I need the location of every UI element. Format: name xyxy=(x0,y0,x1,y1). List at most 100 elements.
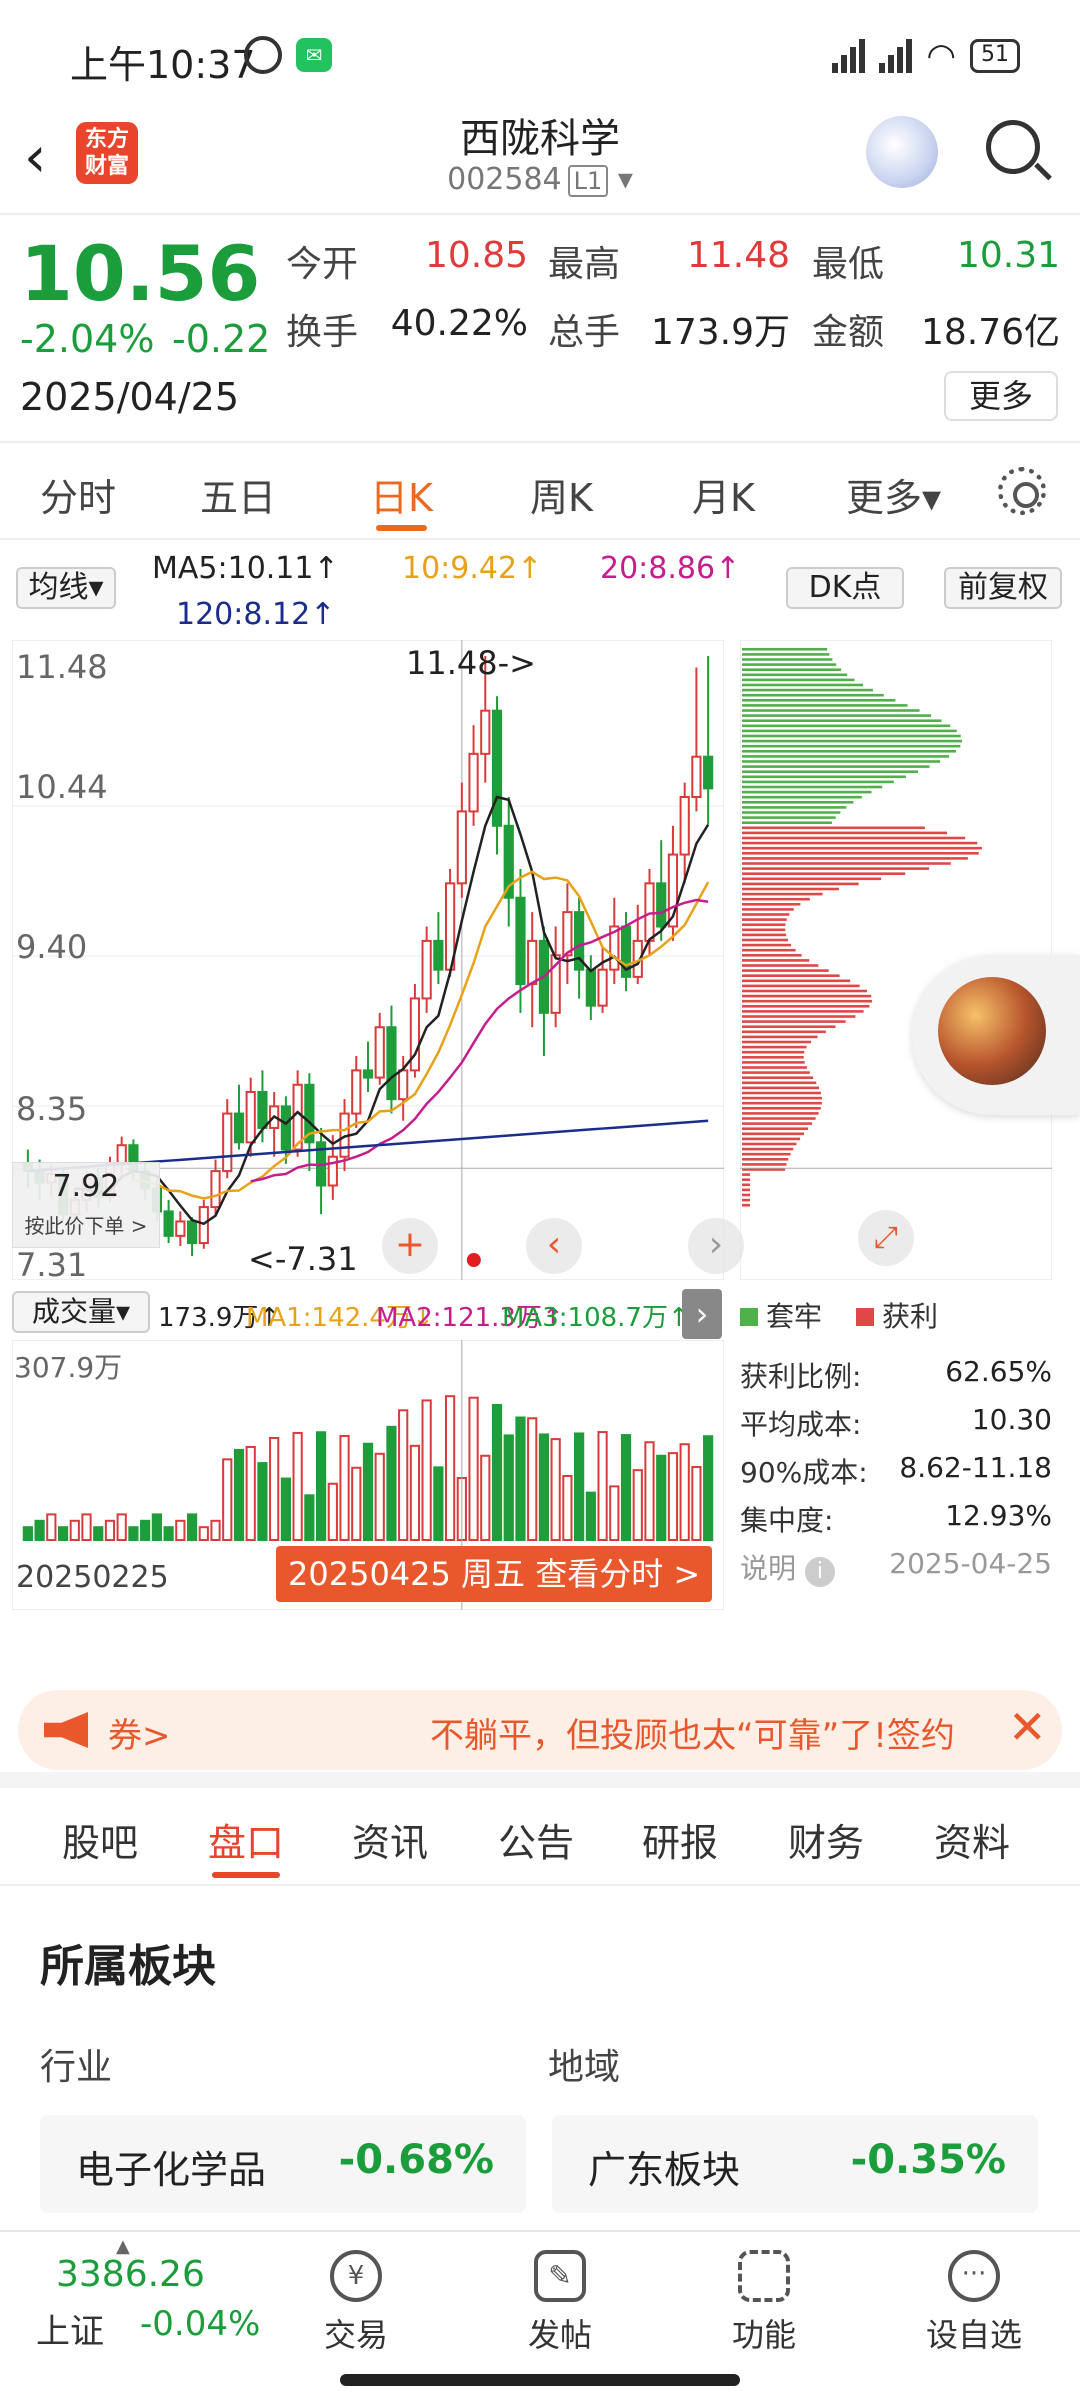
tab-more[interactable]: 更多▾ xyxy=(846,467,941,522)
banner-left-text: 券> xyxy=(108,1716,171,1756)
chip-bar xyxy=(742,943,792,947)
chip-bar xyxy=(742,683,864,687)
post-button[interactable]: ✎ 发帖 xyxy=(500,2242,620,2354)
tab-news[interactable]: 资讯 xyxy=(352,1812,428,1867)
volume-bar xyxy=(691,1465,702,1541)
chip-bar xyxy=(742,1193,750,1197)
floating-avatar xyxy=(938,977,1046,1085)
index-value[interactable]: 3386.26 xyxy=(56,2254,205,2295)
chip-bar xyxy=(742,938,789,942)
volume-chart[interactable]: 307.9万 20250225 20250425 周五 查看分时 > xyxy=(11,1339,725,1611)
chip-bar xyxy=(742,658,833,661)
chip-bar xyxy=(742,795,862,799)
tab-notices[interactable]: 公告 xyxy=(498,1812,574,1867)
volume-bar xyxy=(186,1513,198,1541)
floating-ball[interactable] xyxy=(912,955,1080,1115)
tab-profile[interactable]: 资料 xyxy=(934,1812,1010,1867)
more-dots-icon: ··· xyxy=(948,2250,1000,2302)
chip-bar xyxy=(742,673,848,677)
prev-button[interactable]: ‹ xyxy=(526,1218,582,1274)
functions-label: 功能 xyxy=(731,2316,796,2354)
chip-bar xyxy=(742,785,883,789)
chip-bar xyxy=(742,1117,816,1120)
expand-icon[interactable]: ⤢ xyxy=(858,1210,914,1266)
trade-button[interactable]: ¥ 交易 xyxy=(296,2242,416,2354)
search-icon[interactable] xyxy=(986,120,1040,174)
dk-point-button[interactable]: DK点 xyxy=(786,567,904,609)
turnover-value: 40.22% xyxy=(390,303,528,344)
index-change: -0.04% xyxy=(140,2304,261,2344)
chip-bar xyxy=(742,1091,821,1095)
tab-intraday[interactable]: 分时 xyxy=(40,467,116,522)
zoom-in-button[interactable]: + xyxy=(382,1218,438,1274)
tab-daily-k[interactable]: 日K xyxy=(370,467,433,531)
volume-bar xyxy=(93,1526,104,1541)
chip-bar xyxy=(742,928,786,932)
close-icon[interactable]: ✕ xyxy=(1008,1700,1047,1754)
tab-guba[interactable]: 股吧 xyxy=(62,1812,138,1867)
chip-bar xyxy=(742,964,819,967)
adjust-button[interactable]: 前复权 xyxy=(944,567,1062,609)
volume-bar xyxy=(222,1458,233,1541)
volume-selector[interactable]: 成交量▾ xyxy=(12,1291,150,1333)
chip-bar xyxy=(742,1142,797,1146)
chevron-right-icon[interactable]: › xyxy=(682,1289,722,1339)
profit-ratio-label: 获利比例: xyxy=(740,1360,862,1393)
candle-body xyxy=(585,968,596,1007)
chip-bar xyxy=(742,693,884,697)
candle-body xyxy=(233,1112,245,1144)
industry-card[interactable]: 电子化学品 -0.68% xyxy=(40,2115,526,2213)
sector-title: 所属板块 xyxy=(40,1941,216,1992)
profit-ratio-value: 62.65% xyxy=(945,1355,1052,1388)
tab-finance[interactable]: 财务 xyxy=(788,1812,864,1867)
chip-bar xyxy=(742,959,810,962)
gear-icon[interactable] xyxy=(998,467,1046,515)
chip-bar xyxy=(742,739,962,743)
candle-body xyxy=(703,755,714,790)
tab-weekly-k[interactable]: 周K xyxy=(530,467,593,522)
candle-body xyxy=(374,1026,385,1079)
volume-bar xyxy=(644,1441,655,1541)
view-intraday-button[interactable]: 20250425 周五 查看分时 > xyxy=(276,1546,713,1602)
volume-bar xyxy=(374,1452,385,1541)
candle-body xyxy=(421,939,432,1000)
tab-research[interactable]: 研报 xyxy=(642,1812,718,1867)
volume-bar xyxy=(163,1526,174,1541)
add-watchlist-button[interactable]: ··· 设自选 xyxy=(914,2242,1034,2354)
stock-header: ‹ 东方 财富 西陇科学 002584 L1 ▾ xyxy=(0,100,1080,215)
chip-bar xyxy=(742,892,823,896)
next-button[interactable]: › xyxy=(688,1218,744,1274)
chip-bar xyxy=(742,984,860,988)
ma-selector[interactable]: 均线▾ xyxy=(16,567,116,609)
chip-bar xyxy=(742,801,854,804)
candle-body xyxy=(691,755,702,799)
volume-bar xyxy=(433,1466,444,1541)
robot-avatar[interactable] xyxy=(866,116,938,188)
volume-bar xyxy=(304,1494,315,1541)
chip-bar xyxy=(742,887,839,891)
kline-chart[interactable]: 11.48 10.44 9.40 8.35 7.31 11.48-> <-7.3… xyxy=(11,639,744,1284)
chip-bar xyxy=(742,857,968,860)
info-tabs: 股吧 盘口 资讯 公告 研报 财务 资料 xyxy=(0,1790,1080,1886)
volume-bar xyxy=(503,1434,514,1541)
region-card[interactable]: 广东板块 -0.35% xyxy=(552,2115,1038,2213)
volume-bar xyxy=(151,1513,162,1541)
functions-button[interactable]: 功能 xyxy=(704,2242,824,2354)
volume-bar xyxy=(46,1513,57,1541)
quote-date: 2025/04/25 xyxy=(20,375,240,419)
volume-bar xyxy=(562,1475,573,1541)
cursor-price-box[interactable]: 7.92 按此价下单 > xyxy=(12,1162,160,1248)
note-link[interactable]: 说明 i xyxy=(740,1547,835,1587)
more-button[interactable]: 更多 xyxy=(944,371,1058,421)
chip-bar xyxy=(742,1035,818,1039)
candle-body xyxy=(327,1155,338,1187)
tab-five-day[interactable]: 五日 xyxy=(200,467,276,522)
tab-pankou[interactable]: 盘口 xyxy=(208,1812,284,1878)
ma20-label: 20:8.86↑ xyxy=(600,551,741,586)
chip-bar xyxy=(742,719,942,722)
tab-monthly-k[interactable]: 月K xyxy=(692,467,755,522)
candle-body xyxy=(656,882,667,928)
chip-bar xyxy=(742,704,908,707)
promo-banner[interactable]: 券> 不躺平，但投顾也太“可靠”了!签约 ✕ xyxy=(18,1690,1062,1770)
chip-bar xyxy=(742,1127,809,1130)
